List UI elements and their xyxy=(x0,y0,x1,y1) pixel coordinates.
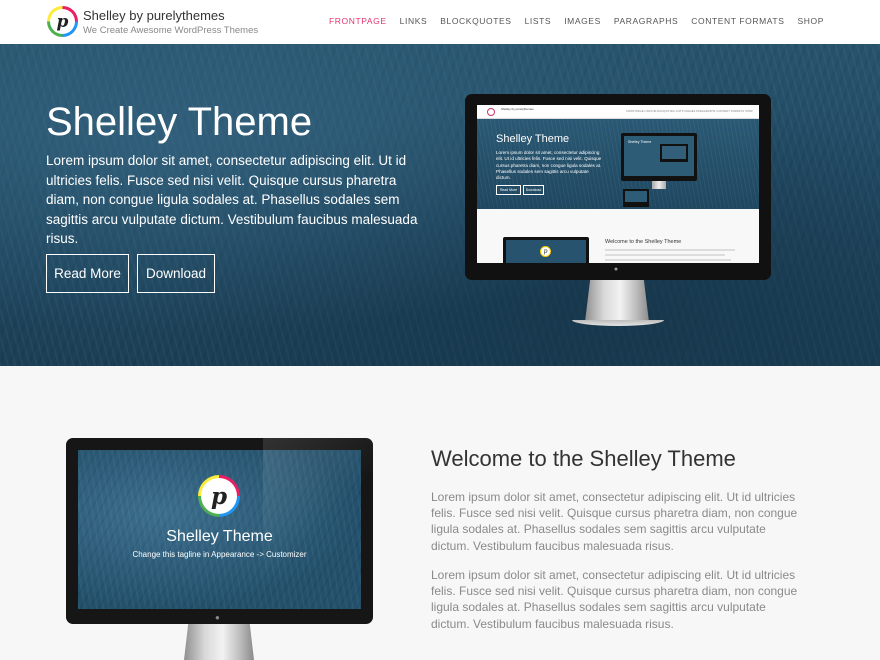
mini-download: Download xyxy=(523,185,544,195)
monitor-logo-icon: p xyxy=(198,475,240,517)
monitor-stand xyxy=(585,280,649,322)
site-logo-icon[interactable]: p xyxy=(47,6,78,37)
nav-item-images[interactable]: IMAGES xyxy=(564,16,601,26)
mini-site-title: Shelley by purelythemes xyxy=(501,107,534,111)
screen-gloss xyxy=(263,438,373,624)
mini-monitor-image: Shelley Theme xyxy=(621,133,697,181)
nav-item-paragraphs[interactable]: PARAGRAPHS xyxy=(614,16,678,26)
nav-item-shop[interactable]: SHOP xyxy=(798,16,825,26)
mini-monitor-screen: Shelley Theme xyxy=(624,136,694,176)
nav-item-blockquotes[interactable]: BLOCKQUOTES xyxy=(440,16,511,26)
mini-lower-section: p Welcome to the Shelley Theme xyxy=(477,209,759,263)
hero-text: Lorem ipsum dolor sit amet, consectetur … xyxy=(46,153,418,246)
mini-logo-icon xyxy=(487,108,495,116)
hero-monitor-image: Shelley by purelythemes FRONTPAGE LINKS … xyxy=(465,94,771,280)
monitor-stand xyxy=(184,624,254,660)
mini-text-line xyxy=(605,249,735,251)
monitor-base xyxy=(572,320,664,326)
mini-read-more: Read More xyxy=(496,185,521,195)
site-title[interactable]: Shelley by purelythemes xyxy=(83,8,225,23)
mini-small-screen xyxy=(625,191,647,202)
mini-lower-screen: p xyxy=(506,240,586,263)
mini-hero-text: Lorem ipsum dolor sit amet, consectetur … xyxy=(496,150,602,181)
mini-nav: FRONTPAGE LINKS BLOCKQUOTES LISTS IMAGES… xyxy=(626,110,753,113)
apple-logo-icon: ● xyxy=(215,613,220,622)
site-header: p Shelley by purelythemes We Create Awes… xyxy=(0,0,880,44)
nav-item-frontpage[interactable]: FRONTPAGE xyxy=(329,16,387,26)
nav-item-lists[interactable]: LISTS xyxy=(525,16,552,26)
mini-lower-logo-icon: p xyxy=(540,246,551,257)
apple-logo-icon: ● xyxy=(613,266,619,273)
read-more-button[interactable]: Read More xyxy=(46,254,129,293)
mini-hero-title: Shelley Theme xyxy=(496,133,570,145)
nav-item-links[interactable]: LINKS xyxy=(400,16,428,26)
mini-text-line xyxy=(605,259,731,261)
mini-lower-monitor: p xyxy=(503,237,589,263)
welcome-paragraph: Lorem ipsum dolor sit amet, consectetur … xyxy=(431,490,798,553)
mini-inner-title: Shelley Theme xyxy=(628,140,652,144)
mini-small-monitor xyxy=(623,189,649,207)
download-button[interactable]: Download xyxy=(137,254,215,293)
welcome-paragraph: Lorem ipsum dolor sit amet, consectetur … xyxy=(431,568,798,631)
hero-section: Shelley Theme Lorem ipsum dolor sit amet… xyxy=(0,44,880,366)
monitor-logo-letter: p xyxy=(201,478,237,514)
welcome-title: Welcome to the Shelley Theme xyxy=(431,446,736,471)
welcome-section: p Shelley Theme Change this tagline in A… xyxy=(0,366,880,660)
mini-welcome-title: Welcome to the Shelley Theme xyxy=(605,239,682,245)
site-tagline: We Create Awesome WordPress Themes xyxy=(83,25,259,36)
mini-text-line xyxy=(605,254,725,256)
mini-inner-screen xyxy=(662,146,686,159)
main-nav: FRONTPAGE LINKS BLOCKQUOTES LISTS IMAGES… xyxy=(329,16,824,26)
logo-letter: p xyxy=(50,9,75,34)
hero-title: Shelley Theme xyxy=(46,100,313,144)
nav-item-content-formats[interactable]: CONTENT FORMATS xyxy=(691,16,784,26)
mini-header: Shelley by purelythemes FRONTPAGE LINKS … xyxy=(477,105,759,119)
mini-monitor-stand xyxy=(652,181,666,189)
mini-hero: Shelley Theme Lorem ipsum dolor sit amet… xyxy=(477,119,759,209)
monitor-screen: Shelley by purelythemes FRONTPAGE LINKS … xyxy=(477,105,759,263)
welcome-monitor-image: p Shelley Theme Change this tagline in A… xyxy=(66,438,373,624)
